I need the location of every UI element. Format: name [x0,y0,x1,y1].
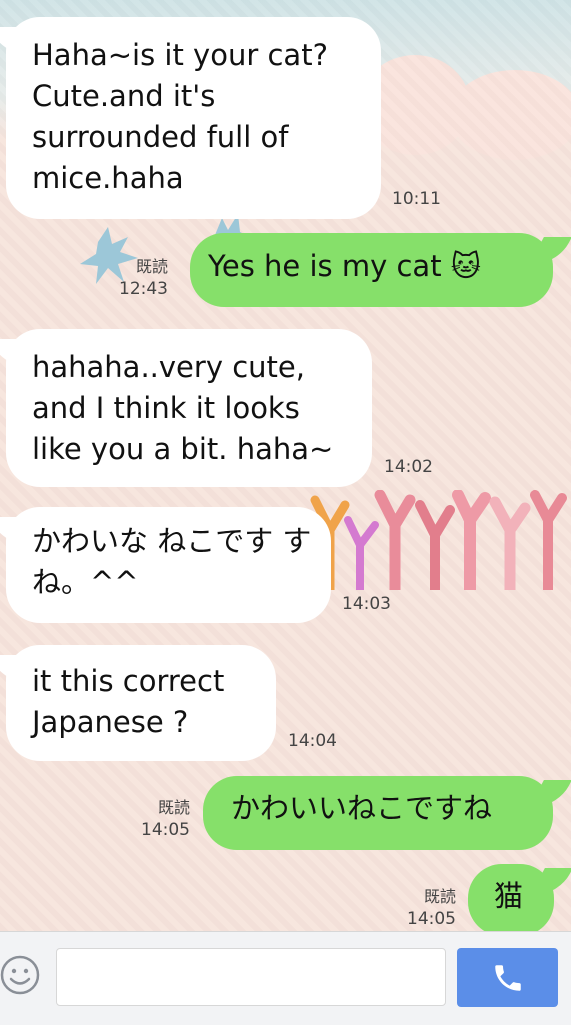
message-text: 猫 [494,879,524,913]
call-button[interactable] [457,948,558,1007]
message-text-line: it this correct [32,664,225,698]
message-timestamp: 10:11 [392,189,441,209]
message-timestamp: 12:43 [119,279,168,299]
message-read-receipt: 既読 14:05 [134,797,190,841]
message-text-line: Cute.and it's [32,79,216,113]
message-text-line: Haha~is it your cat? [32,38,328,72]
read-status: 既読 [135,257,168,276]
received-message-bubble[interactable]: かわいな ねこです す ね。^^ [6,507,331,623]
message-text-line: ね。^^ [32,565,139,599]
message-text-line: Japanese ? [32,705,189,739]
message-input[interactable] [56,948,446,1006]
phone-icon [495,965,521,991]
message-text-line: surrounded full of [32,120,289,154]
message-timestamp: 14:05 [141,820,190,840]
smiley-icon[interactable] [0,955,40,995]
sent-message-bubble[interactable]: 猫 [468,864,554,936]
read-status: 既読 [423,887,456,906]
received-message-bubble[interactable]: Haha~is it your cat? Cute.and it's surro… [6,17,381,219]
sent-message-bubble[interactable]: Yes he is my cat 🐱 [190,233,553,307]
read-status: 既読 [157,798,190,817]
received-message-bubble[interactable]: it this correct Japanese ? [6,645,276,761]
message-text-line: mice.haha [32,161,184,195]
message-timestamp: 14:04 [288,731,337,751]
message-read-receipt: 既読 14:05 [400,886,456,930]
message-text-line: hahaha..very cute, [32,350,305,384]
sent-message-bubble[interactable]: かわいいねこですね [203,776,553,850]
message-timestamp: 14:03 [342,594,391,614]
background-trees [310,490,567,590]
message-read-receipt: 既読 12:43 [112,256,168,300]
message-text: かわいいねこですね [231,791,493,825]
message-text: Yes he is my cat 🐱 [208,249,482,283]
message-text-line: and I think it looks [32,391,300,425]
message-text-line: like you a bit. haha~ [32,432,334,466]
received-message-bubble[interactable]: hahaha..very cute, and I think it looks … [6,329,372,487]
message-timestamp: 14:02 [384,457,433,477]
message-text-line: かわいな ねこです す [32,524,312,558]
message-timestamp: 14:05 [407,909,456,929]
